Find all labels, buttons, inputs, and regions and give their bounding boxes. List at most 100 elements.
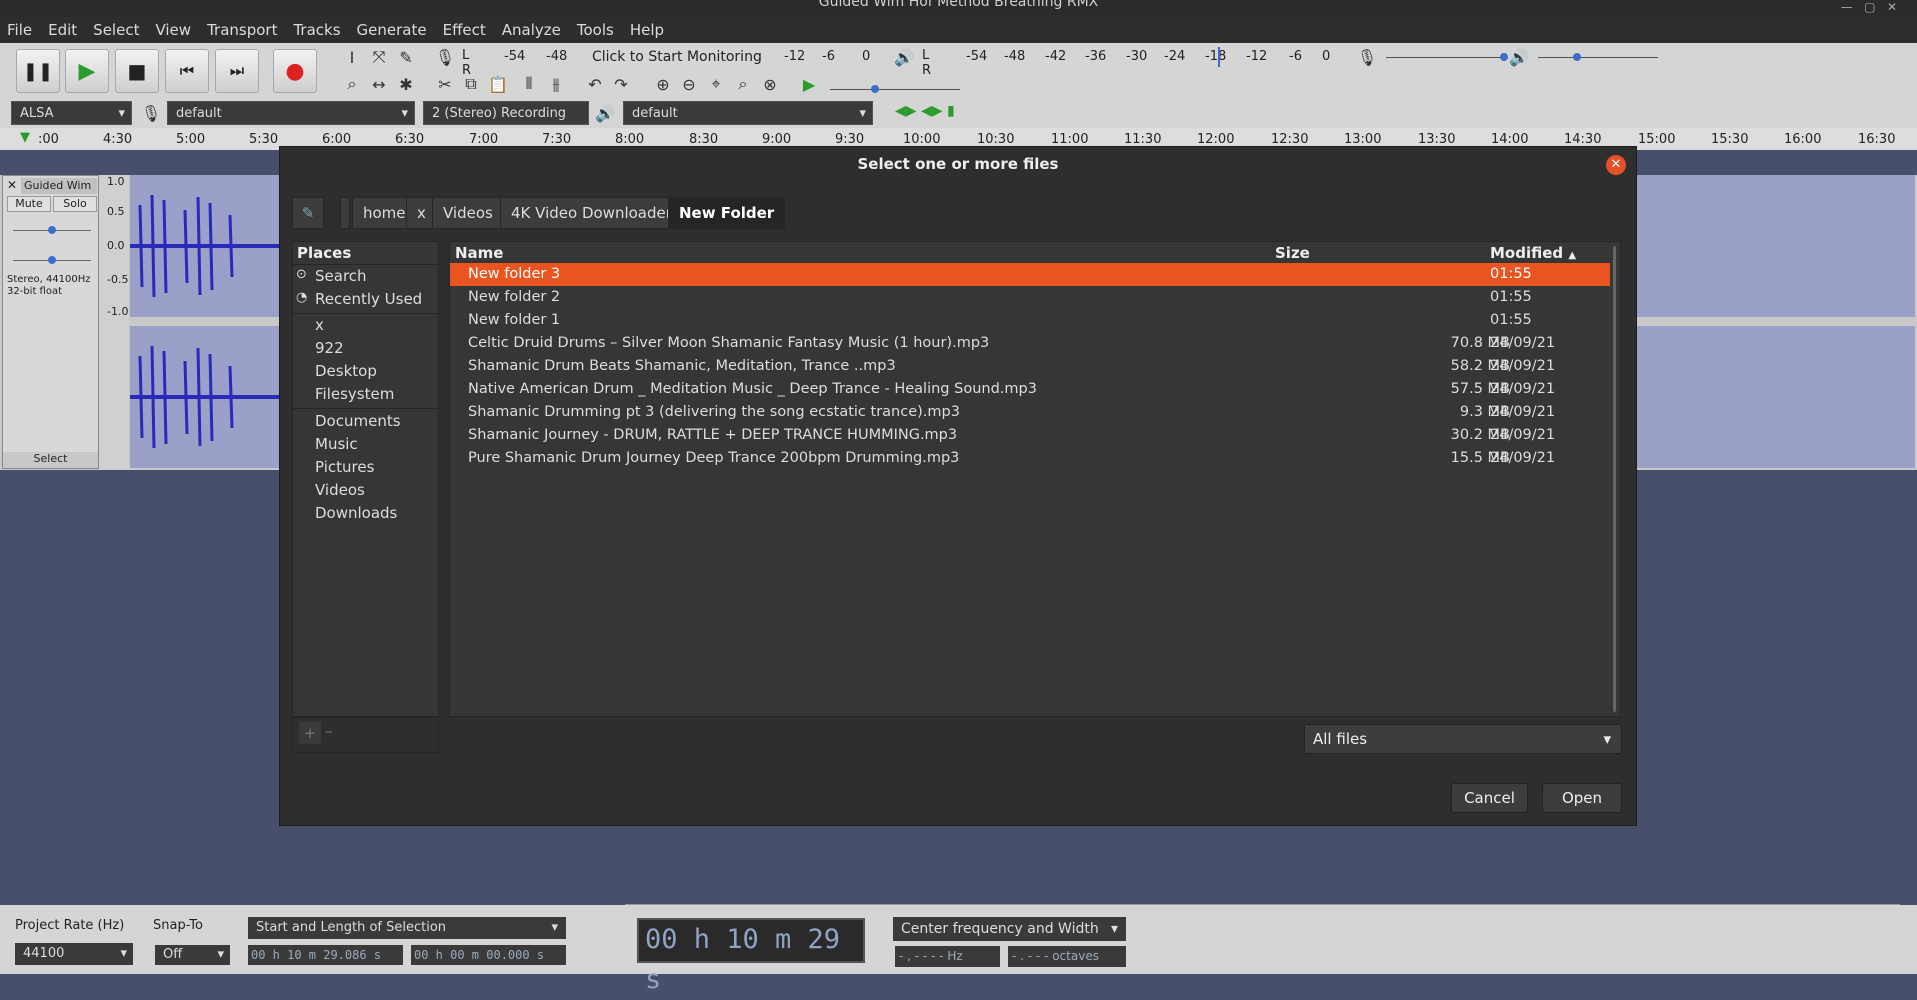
silence-icon[interactable]: ⫵ bbox=[545, 73, 567, 95]
fit-project-icon[interactable]: ⌕ bbox=[732, 73, 754, 95]
snap-to-select[interactable]: Off ▾ bbox=[155, 945, 230, 965]
breadcrumb-scroll-left[interactable] bbox=[340, 197, 350, 229]
menu-tools[interactable]: Tools bbox=[570, 21, 623, 39]
menu-edit[interactable]: Edit bbox=[41, 21, 86, 39]
file-row[interactable]: Shamanic Journey - DRUM, RATTLE + DEEP T… bbox=[450, 424, 1610, 447]
track-select-button[interactable]: Select bbox=[3, 452, 98, 468]
file-row[interactable]: New folder 1 01:55 bbox=[450, 309, 1610, 332]
file-type-filter[interactable]: All files ▾ bbox=[1304, 724, 1622, 754]
menu-effect[interactable]: Effect bbox=[436, 21, 495, 39]
breadcrumb-videos[interactable]: Videos bbox=[432, 197, 504, 229]
rec-volume-thumb[interactable] bbox=[1500, 53, 1508, 61]
fit-selection-icon[interactable]: ⌖ bbox=[705, 73, 727, 95]
frequency-width-field[interactable]: - . - - - octaves bbox=[1008, 946, 1126, 967]
place-filesystem[interactable]: Filesystem bbox=[315, 385, 394, 403]
selection-tool-icon[interactable]: I bbox=[341, 46, 363, 68]
monitor-label[interactable]: Click to Start Monitoring bbox=[592, 49, 762, 65]
file-row[interactable]: Shamanic Drumming pt 3 (delivering the s… bbox=[450, 401, 1610, 424]
open-button[interactable]: Open bbox=[1542, 783, 1622, 813]
menu-file[interactable]: File bbox=[0, 21, 41, 39]
menu-generate[interactable]: Generate bbox=[350, 21, 436, 39]
track-name-menu[interactable]: Guided Wim ▾ bbox=[21, 178, 97, 208]
solo-button[interactable]: Solo bbox=[53, 196, 97, 212]
menu-transport[interactable]: Transport bbox=[200, 21, 286, 39]
audio-position-display[interactable]: 00 h 10 m 29 s bbox=[637, 918, 865, 995]
column-size-header[interactable]: Size bbox=[1275, 244, 1310, 262]
record-button[interactable]: ● bbox=[273, 49, 317, 93]
recording-device-select[interactable]: default ▾ bbox=[167, 101, 415, 125]
place-music[interactable]: Music bbox=[315, 435, 358, 453]
play-volume-slider[interactable] bbox=[1538, 57, 1658, 58]
breadcrumb-4k-video-downloader[interactable]: 4K Video Downloader bbox=[500, 197, 683, 229]
center-frequency-field[interactable]: - , - - - - Hz bbox=[895, 946, 1000, 967]
menu-select[interactable]: Select bbox=[86, 21, 148, 39]
play-speed-slider[interactable] bbox=[830, 89, 960, 90]
zoom-tool-icon[interactable]: ⌕ bbox=[341, 73, 363, 95]
place-pictures[interactable]: Pictures bbox=[315, 458, 374, 476]
remove-bookmark-icon[interactable]: – bbox=[325, 722, 333, 740]
column-modified-header[interactable]: Modified ▲ bbox=[1490, 244, 1576, 262]
play-button[interactable]: ▶ bbox=[65, 49, 109, 93]
place-documents[interactable]: Documents bbox=[315, 412, 401, 430]
menu-help[interactable]: Help bbox=[623, 21, 673, 39]
breadcrumb-new-folder[interactable]: New Folder bbox=[668, 197, 786, 229]
cancel-button[interactable]: Cancel bbox=[1451, 783, 1528, 813]
menu-tracks[interactable]: Tracks bbox=[286, 21, 349, 39]
trim-icon[interactable]: ⫴ bbox=[518, 73, 540, 95]
selection-start-field[interactable]: 00 h 10 m 29.086 s bbox=[248, 945, 403, 965]
track-close-icon[interactable]: ✕ bbox=[7, 178, 17, 192]
cut-icon[interactable]: ✂ bbox=[434, 73, 456, 95]
menu-analyze[interactable]: Analyze bbox=[495, 21, 570, 39]
multi-tool-icon[interactable]: ✱ bbox=[395, 73, 417, 95]
place-recently-used[interactable]: Recently Used bbox=[315, 290, 422, 308]
envelope-tool-icon[interactable]: ⤧ bbox=[368, 46, 390, 68]
recording-channels-select[interactable]: 2 (Stereo) Recording Cha▾ bbox=[423, 101, 589, 145]
file-row[interactable]: New folder 3 01:55 bbox=[450, 263, 1610, 286]
spectral-selection-select[interactable]: Center frequency and Width ▾ bbox=[893, 917, 1126, 941]
skip-end-button[interactable]: ⏭ bbox=[215, 49, 259, 93]
pan-thumb[interactable] bbox=[48, 256, 56, 264]
sync-lock-icons[interactable]: ◀▶ ◀▶ ▮ bbox=[895, 103, 975, 125]
selection-length-field[interactable]: 00 h 00 m 00.000 s bbox=[411, 945, 566, 965]
playback-device-select[interactable]: default ▾ bbox=[623, 101, 873, 125]
play-speed-thumb[interactable] bbox=[871, 85, 879, 93]
draw-tool-icon[interactable]: ✎ bbox=[395, 46, 417, 68]
column-name-header[interactable]: Name bbox=[455, 244, 503, 262]
file-row[interactable]: New folder 2 01:55 bbox=[450, 286, 1610, 309]
file-row[interactable]: Celtic Druid Drums – Silver Moon Shamani… bbox=[450, 332, 1610, 355]
place-downloads[interactable]: Downloads bbox=[315, 504, 397, 522]
undo-icon[interactable]: ↶ bbox=[584, 73, 606, 95]
menu-view[interactable]: View bbox=[148, 21, 200, 39]
file-row[interactable]: Pure Shamanic Drum Journey Deep Trance 2… bbox=[450, 447, 1610, 470]
copy-icon[interactable]: ⧉ bbox=[460, 73, 482, 95]
selection-mode-select[interactable]: Start and Length of Selection ▾ bbox=[248, 917, 566, 939]
stop-button[interactable]: ■ bbox=[115, 49, 159, 93]
audio-host-select[interactable]: ALSA ▾ bbox=[11, 101, 132, 125]
project-rate-select[interactable]: 44100 ▾ bbox=[15, 943, 133, 965]
timeshift-tool-icon[interactable]: ↔ bbox=[368, 73, 390, 95]
dialog-close-button[interactable]: ✕ bbox=[1606, 155, 1626, 175]
file-row[interactable]: Shamanic Drum Beats Shamanic, Meditation… bbox=[450, 355, 1610, 378]
file-list-scrollbar[interactable] bbox=[1613, 246, 1616, 712]
zoom-in-icon[interactable]: ⊕ bbox=[652, 73, 674, 95]
paste-icon[interactable]: 📋 bbox=[487, 73, 509, 95]
file-row[interactable]: Native American Drum _ Meditation Music … bbox=[450, 378, 1610, 401]
window-controls[interactable]: — ▢ ✕ bbox=[1841, 0, 1897, 14]
skip-start-button[interactable]: ⏮ bbox=[165, 49, 209, 93]
play-at-speed-icon[interactable]: ▶ bbox=[798, 73, 820, 95]
speaker-icon[interactable]: 🔊 bbox=[893, 46, 915, 68]
gain-thumb[interactable] bbox=[48, 226, 56, 234]
mic-icon[interactable]: 🎙 bbox=[434, 46, 456, 68]
rec-volume-slider[interactable] bbox=[1386, 57, 1506, 58]
place-videos[interactable]: Videos bbox=[315, 481, 365, 499]
mute-button[interactable]: Mute bbox=[7, 196, 51, 212]
redo-icon[interactable]: ↷ bbox=[610, 73, 632, 95]
place-922[interactable]: 922 bbox=[315, 339, 344, 357]
zoom-toggle-icon[interactable]: ⊗ bbox=[759, 73, 781, 95]
place-desktop[interactable]: Desktop bbox=[315, 362, 377, 380]
play-volume-thumb[interactable] bbox=[1573, 53, 1581, 61]
edit-path-button[interactable]: ✎ bbox=[292, 197, 324, 229]
place-x[interactable]: x bbox=[315, 316, 324, 334]
pause-button[interactable]: ❚❚ bbox=[16, 49, 60, 93]
place-search[interactable]: Search bbox=[315, 267, 367, 285]
